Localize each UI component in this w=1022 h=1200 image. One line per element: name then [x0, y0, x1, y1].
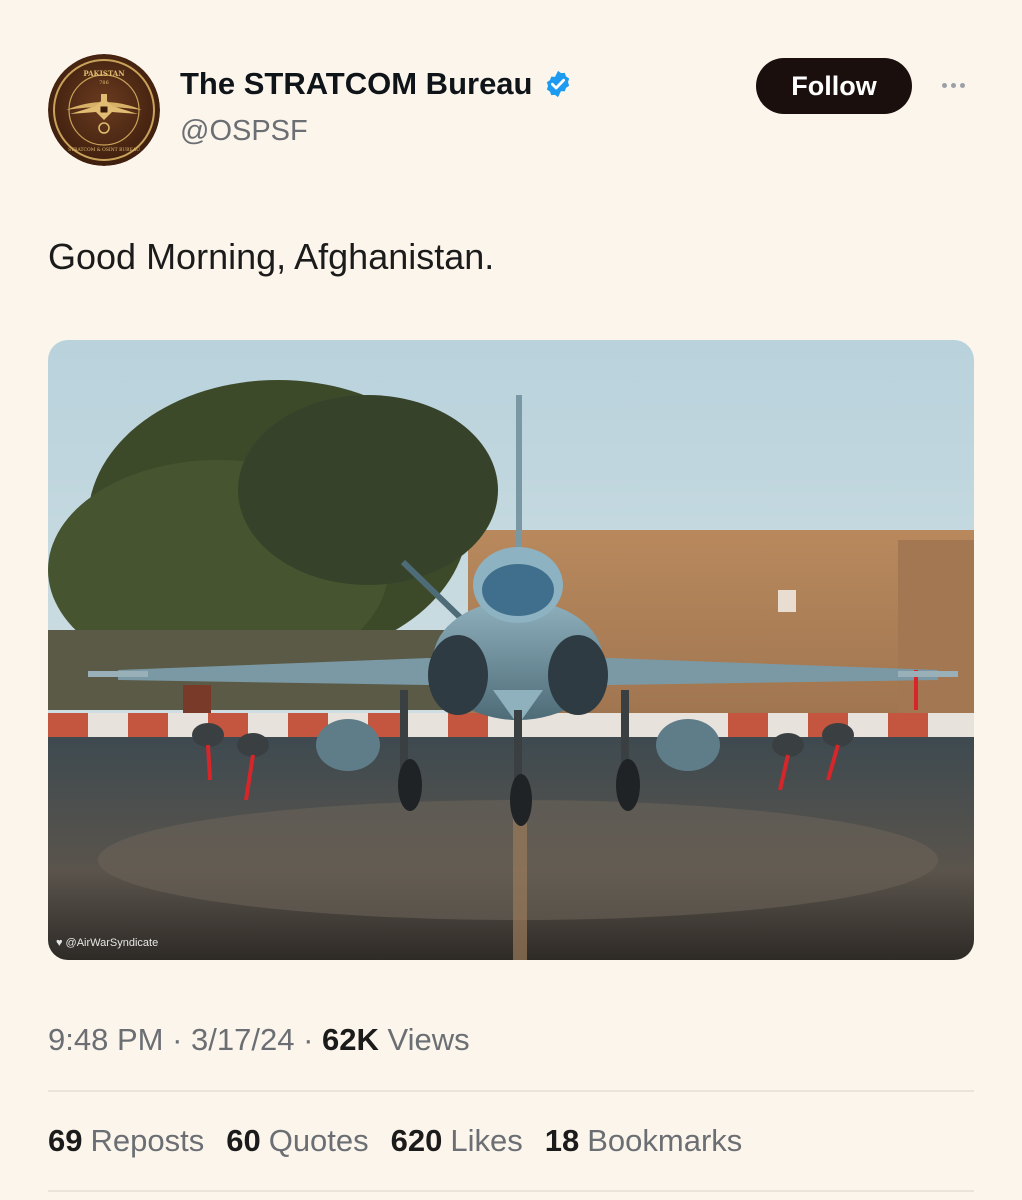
svg-text:786: 786 — [99, 80, 109, 86]
display-name[interactable]: The STRATCOM Bureau — [180, 66, 533, 102]
tweet-date[interactable]: 3/17/24 — [191, 1022, 294, 1057]
tweet-header: PAKISTAN 786 STRATCOM & OSINT BUREAU The… — [0, 0, 1022, 200]
account-handle[interactable]: @OSPSF — [180, 115, 308, 148]
avatar[interactable]: PAKISTAN 786 STRATCOM & OSINT BUREAU — [48, 54, 160, 166]
media-watermark: ♥ @AirWarSyndicate — [56, 937, 158, 949]
svg-text:STRATCOM & OSINT BUREAU: STRATCOM & OSINT BUREAU — [68, 147, 140, 153]
bookmarks-stat[interactable]: 18 Bookmarks — [545, 1123, 743, 1159]
quotes-stat[interactable]: 60 Quotes — [226, 1123, 368, 1159]
tweet-media-image[interactable] — [48, 340, 974, 960]
follow-button[interactable]: Follow — [756, 58, 912, 114]
watermark-logo-icon: ♥ — [56, 937, 63, 949]
views-label: Views — [387, 1022, 470, 1057]
tweet-text: Good Morning, Afghanistan. — [48, 236, 495, 277]
meta-separator: · — [294, 1022, 323, 1057]
tweet-meta: 9:48 PM · 3/17/24 · 62K Views — [48, 1022, 470, 1058]
watermark-text: @AirWarSyndicate — [65, 937, 159, 949]
divider — [48, 1190, 974, 1192]
more-horizontal-icon[interactable] — [930, 70, 976, 100]
reposts-stat[interactable]: 69 Reposts — [48, 1123, 204, 1159]
divider — [48, 1090, 974, 1092]
jet-photo — [48, 340, 974, 960]
views-count: 62K — [322, 1022, 379, 1057]
meta-separator: · — [163, 1022, 192, 1057]
engagement-stats: 69 Reposts 60 Quotes 620 Likes 18 Bookmarks — [48, 1123, 742, 1159]
stratcom-emblem-logo: PAKISTAN 786 STRATCOM & OSINT BUREAU — [48, 54, 160, 166]
svg-text:PAKISTAN: PAKISTAN — [83, 69, 125, 78]
display-name-row[interactable]: The STRATCOM Bureau — [180, 66, 573, 102]
tweet-time[interactable]: 9:48 PM — [48, 1022, 163, 1057]
verified-badge-icon — [543, 69, 573, 99]
likes-stat[interactable]: 620 Likes — [391, 1123, 523, 1159]
